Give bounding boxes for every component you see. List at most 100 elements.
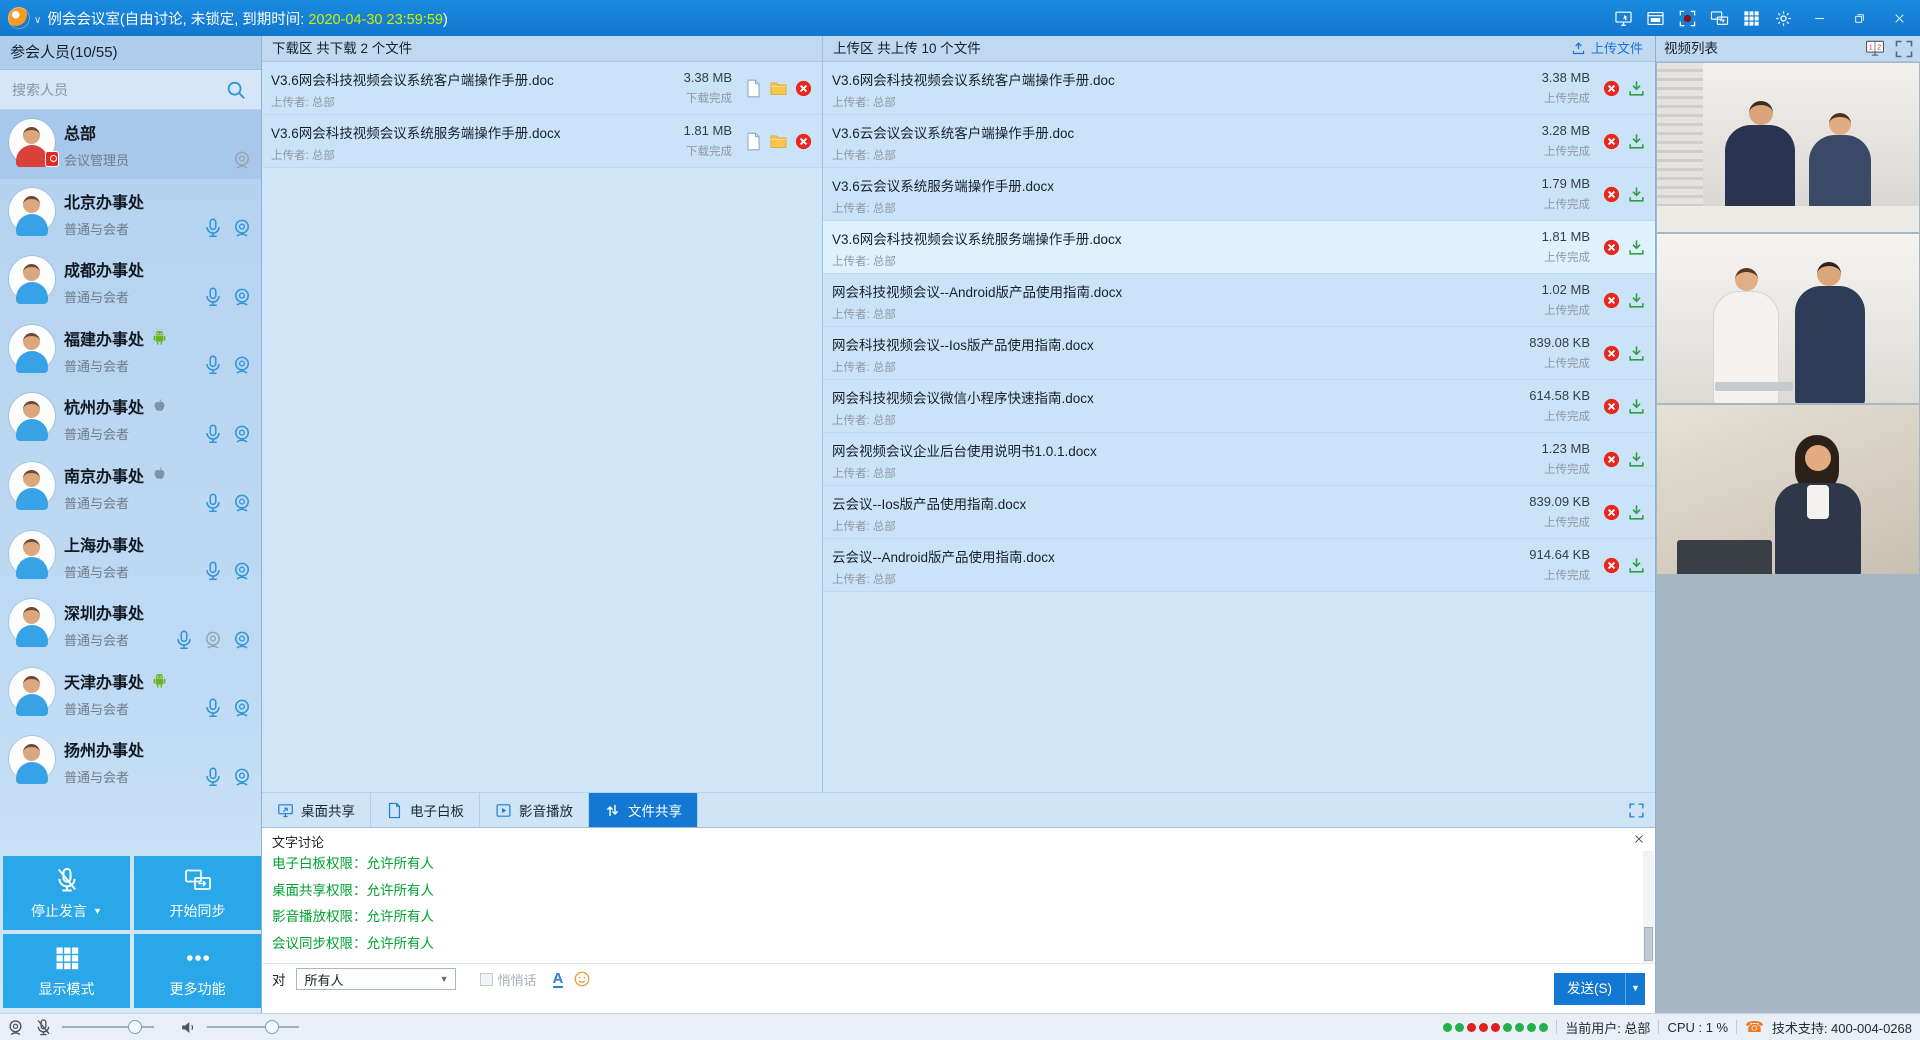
webcam-icon[interactable] [231, 423, 253, 445]
upload-file-row[interactable]: 云会议--Android版产品使用指南.docx 上传者: 总部 914.64 … [823, 539, 1655, 592]
open-folder-icon[interactable] [769, 132, 788, 151]
send-options-caret-icon[interactable]: ▼ [1625, 973, 1645, 1005]
delete-file-icon[interactable] [1602, 79, 1621, 98]
webcam-icon[interactable] [6, 1018, 25, 1037]
chevron-down-icon[interactable]: ▼ [93, 906, 102, 916]
send-button[interactable]: 发送(S) ▼ [1554, 973, 1645, 1005]
download-file-row[interactable]: V3.6网会科技视频会议系统服务端操作手册.docx 上传者: 总部 1.81 … [262, 115, 822, 168]
app-logo-icon[interactable] [8, 7, 30, 29]
record-icon[interactable] [1676, 7, 1698, 29]
search-input[interactable]: 搜索人员 [0, 70, 261, 110]
mic-icon[interactable] [202, 766, 224, 788]
download-file-icon[interactable] [1627, 238, 1646, 257]
tab-whiteboard[interactable]: 电子白板 [371, 793, 480, 827]
expand-icon[interactable] [1894, 39, 1914, 59]
fullscreen-icon[interactable] [1628, 802, 1645, 819]
upload-file-row[interactable]: V3.6云会议系统服务端操作手册.docx 上传者: 总部 1.79 MB 上传… [823, 168, 1655, 221]
download-file-icon[interactable] [1627, 79, 1646, 98]
webcam-icon[interactable] [231, 286, 253, 308]
participant-row[interactable]: 总部 会议管理员 [0, 110, 261, 179]
participant-row[interactable]: 天津办事处 普通与会者 [0, 659, 261, 728]
sync-button[interactable]: 开始同步 [134, 856, 261, 930]
webcam-icon[interactable] [231, 149, 253, 171]
mic-muted-icon[interactable] [34, 1018, 53, 1037]
tab-file-share[interactable]: 文件共享 [589, 793, 698, 827]
upload-file-row[interactable]: 云会议--Ios版产品使用指南.docx 上传者: 总部 839.09 KB 上… [823, 486, 1655, 539]
download-file-icon[interactable] [1627, 503, 1646, 522]
whisper-checkbox[interactable]: 悄悄话 [480, 970, 537, 989]
download-file-row[interactable]: V3.6网会科技视频会议系统客户端操作手册.doc 上传者: 总部 3.38 M… [262, 62, 822, 115]
screen-demo-icon[interactable] [1612, 7, 1634, 29]
video-window-icon[interactable] [1644, 7, 1666, 29]
video-tile[interactable] [1657, 63, 1919, 232]
upload-file-row[interactable]: 网会科技视频会议--Android版产品使用指南.docx 上传者: 总部 1.… [823, 274, 1655, 327]
mic-icon[interactable] [202, 560, 224, 582]
participant-row[interactable]: 上海办事处 普通与会者 [0, 522, 261, 591]
download-file-icon[interactable] [1627, 185, 1646, 204]
participant-row[interactable]: 南京办事处 普通与会者 [0, 453, 261, 522]
download-file-icon[interactable] [1627, 132, 1646, 151]
video-tile[interactable] [1657, 234, 1919, 403]
delete-file-icon[interactable] [1602, 238, 1621, 257]
mic-icon[interactable] [202, 423, 224, 445]
checkbox-icon[interactable] [480, 973, 493, 986]
dual-screen-icon[interactable] [1708, 7, 1730, 29]
upload-file-row[interactable]: V3.6网会科技视频会议系统服务端操作手册.docx 上传者: 总部 1.81 … [823, 221, 1655, 274]
upload-file-row[interactable]: 网会科技视频会议微信小程序快速指南.docx 上传者: 总部 614.58 KB… [823, 380, 1655, 433]
participant-row[interactable]: 福建办事处 普通与会者 [0, 316, 261, 385]
delete-file-icon[interactable] [1602, 556, 1621, 575]
video-tile[interactable] [1657, 405, 1919, 574]
upload-file-row[interactable]: V3.6网会科技视频会议系统客户端操作手册.doc 上传者: 总部 3.38 M… [823, 62, 1655, 115]
mic-icon[interactable] [202, 697, 224, 719]
tab-desktop-share[interactable]: 桌面共享 [262, 793, 371, 827]
mic-icon[interactable] [173, 629, 195, 651]
speaker-volume-slider[interactable] [207, 1026, 299, 1028]
close-icon[interactable] [1631, 831, 1647, 847]
open-file-icon[interactable] [744, 132, 763, 151]
download-file-icon[interactable] [1627, 397, 1646, 416]
webcam-icon[interactable] [202, 629, 224, 651]
upload-file-row[interactable]: 网会科技视频会议--Ios版产品使用指南.docx 上传者: 总部 839.08… [823, 327, 1655, 380]
participant-row[interactable]: 扬州办事处 普通与会者 [0, 727, 261, 796]
mic-volume-slider[interactable] [62, 1026, 154, 1028]
delete-file-icon[interactable] [1602, 397, 1621, 416]
participant-row[interactable]: 成都办事处 普通与会者 [0, 247, 261, 316]
delete-file-icon[interactable] [1602, 503, 1621, 522]
search-icon[interactable] [225, 79, 247, 101]
download-file-icon[interactable] [1627, 344, 1646, 363]
delete-file-icon[interactable] [794, 132, 813, 151]
delete-file-icon[interactable] [1602, 291, 1621, 310]
open-folder-icon[interactable] [769, 79, 788, 98]
scrollbar-thumb[interactable] [1644, 927, 1653, 961]
participant-row[interactable]: 北京办事处 普通与会者 [0, 179, 261, 248]
delete-file-icon[interactable] [1602, 344, 1621, 363]
menu-caret-icon[interactable]: ∨ [34, 15, 41, 26]
webcam-icon[interactable] [231, 629, 253, 651]
webcam-icon[interactable] [231, 766, 253, 788]
tab-media-play[interactable]: 影音播放 [480, 793, 589, 827]
delete-file-icon[interactable] [1602, 132, 1621, 151]
download-file-icon[interactable] [1627, 450, 1646, 469]
maximize-icon[interactable] [1844, 5, 1874, 31]
webcam-icon[interactable] [231, 492, 253, 514]
participant-row[interactable]: 杭州办事处 普通与会者 [0, 384, 261, 453]
grid9-button[interactable]: 显示模式 [3, 934, 130, 1008]
participant-row[interactable]: 深圳办事处 普通与会者 [0, 590, 261, 659]
slider-knob[interactable] [265, 1020, 279, 1034]
emoji-icon[interactable] [573, 970, 591, 988]
download-file-icon[interactable] [1627, 556, 1646, 575]
webcam-icon[interactable] [231, 697, 253, 719]
layout-grid-icon[interactable] [1740, 7, 1762, 29]
more-button[interactable]: 更多功能 [134, 934, 261, 1008]
mic-icon[interactable] [202, 286, 224, 308]
slider-knob[interactable] [128, 1020, 142, 1034]
delete-file-icon[interactable] [794, 79, 813, 98]
send-label[interactable]: 发送(S) [1554, 973, 1625, 1005]
open-file-icon[interactable] [744, 79, 763, 98]
speaker-icon[interactable] [179, 1018, 198, 1037]
delete-file-icon[interactable] [1602, 185, 1621, 204]
download-file-icon[interactable] [1627, 291, 1646, 310]
webcam-icon[interactable] [231, 560, 253, 582]
minimize-icon[interactable] [1804, 5, 1834, 31]
mic-icon[interactable] [202, 354, 224, 376]
